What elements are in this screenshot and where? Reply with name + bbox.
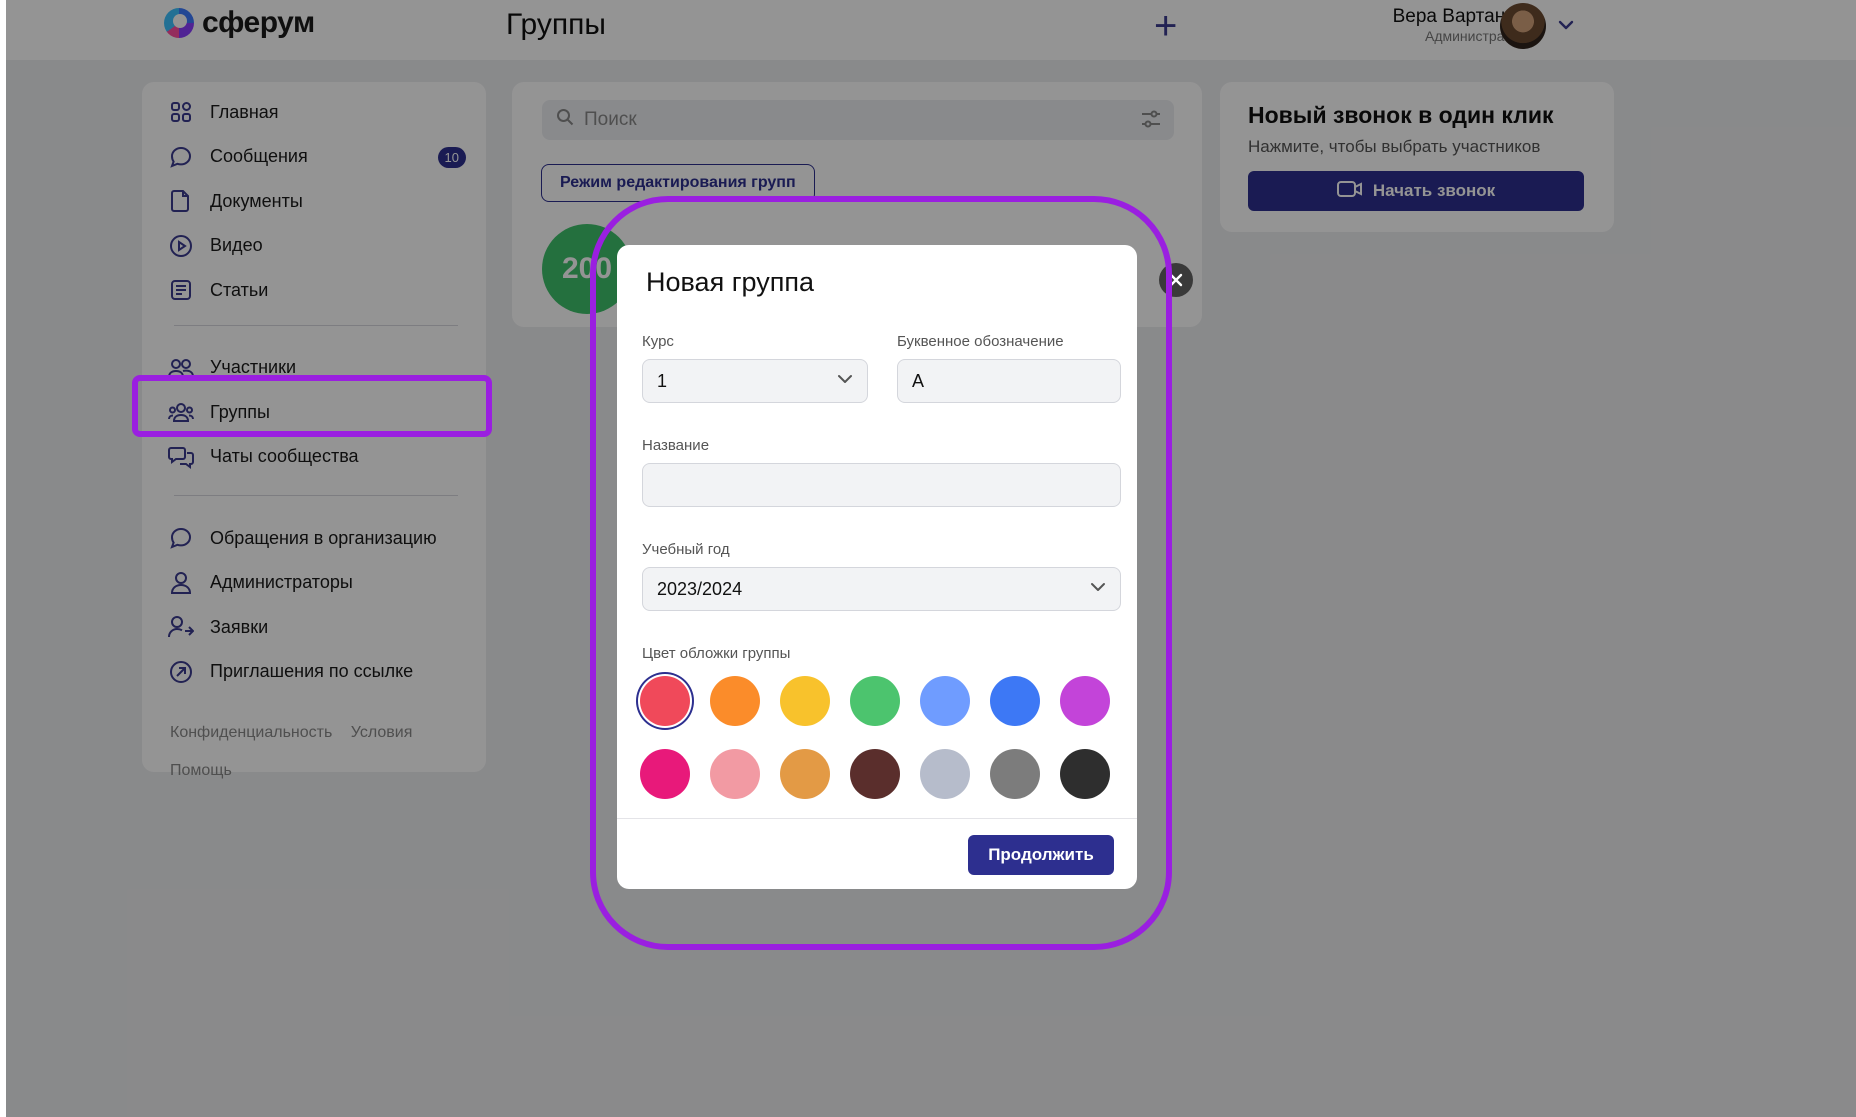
highlight-dialog bbox=[590, 196, 1172, 950]
highlight-groups-nav bbox=[132, 375, 492, 437]
app-window: сферум Группы + Вера Вартанян Администра… bbox=[6, 0, 1856, 1117]
